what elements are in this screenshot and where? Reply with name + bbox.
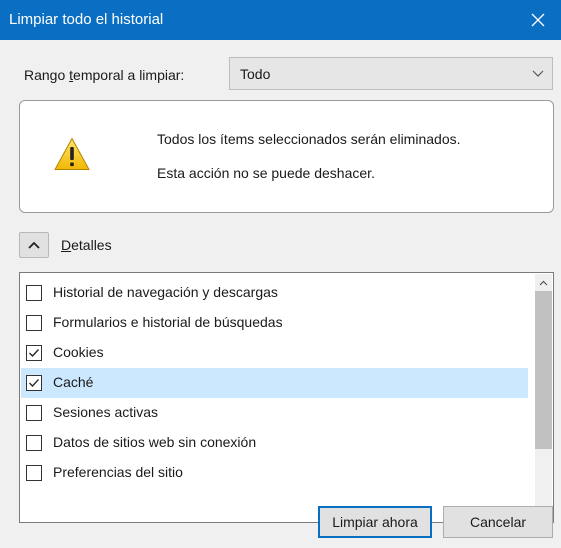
chevron-up-icon (28, 241, 40, 249)
chevron-down-icon (532, 70, 544, 77)
item-checkbox[interactable] (26, 435, 42, 451)
dialog-content: Rango temporal a limpiar: Todo Todos los… (0, 40, 561, 548)
history-items-list[interactable]: Historial de navegación y descargas Formu… (19, 272, 554, 523)
warning-line-2: Esta acción no se puede deshacer. (157, 165, 375, 181)
list-item[interactable]: Caché (21, 368, 528, 398)
item-label: Historial de navegación y descargas (53, 284, 278, 300)
time-range-label: Rango temporal a limpiar: (24, 67, 184, 83)
list-item[interactable]: Historial de navegación y descargas (21, 278, 528, 308)
warning-line-1: Todos los ítems seleccionados serán elim… (157, 131, 461, 147)
title-bar: Limpiar todo el historial (0, 0, 561, 40)
item-label: Datos de sitios web sin conexión (53, 434, 257, 450)
window-title: Limpiar todo el historial (9, 11, 164, 28)
item-label: Cookies (53, 344, 104, 360)
list-item[interactable]: Formularios e historial de búsquedas (21, 308, 528, 338)
item-checkbox[interactable] (26, 315, 42, 331)
item-label: Preferencias del sitio (53, 464, 183, 480)
list-item[interactable]: Datos de sitios web sin conexión (21, 428, 528, 458)
list-item[interactable]: Cookies (21, 338, 528, 368)
details-toggle-button[interactable] (19, 232, 49, 258)
item-label: Formularios e historial de búsquedas (53, 314, 283, 330)
scroll-up-icon (539, 280, 548, 285)
checkmark-icon (29, 349, 39, 357)
item-checkbox[interactable] (26, 345, 42, 361)
cancel-button[interactable]: Cancelar (443, 506, 553, 538)
close-button[interactable] (515, 0, 561, 40)
list-scrollbar[interactable] (535, 274, 552, 521)
item-checkbox[interactable] (26, 375, 42, 391)
warning-box: Todos los ítems seleccionados serán elim… (19, 100, 554, 213)
checkmark-icon (29, 379, 39, 387)
item-label: Sesiones activas (53, 404, 159, 420)
clear-now-button[interactable]: Limpiar ahora (318, 506, 432, 538)
list-item[interactable]: Preferencias del sitio (21, 458, 528, 488)
scroll-thumb[interactable] (535, 291, 552, 449)
time-range-label-suffix: emporal a limpiar: (73, 67, 185, 83)
time-range-label-prefix: Rango (24, 67, 70, 83)
list-item[interactable]: Sesiones activas (21, 398, 528, 428)
details-label-accel: D (61, 237, 72, 253)
time-range-value: Todo (240, 66, 271, 82)
item-checkbox[interactable] (26, 465, 42, 481)
close-icon (531, 13, 545, 27)
details-label[interactable]: Detalles (61, 237, 112, 253)
details-label-rest: etalles (71, 237, 112, 253)
item-label: Caché (53, 374, 94, 390)
warning-icon (54, 138, 90, 170)
scroll-up-button[interactable] (535, 274, 552, 291)
item-checkbox[interactable] (26, 405, 42, 421)
time-range-select[interactable]: Todo (229, 57, 553, 90)
item-checkbox[interactable] (26, 285, 42, 301)
